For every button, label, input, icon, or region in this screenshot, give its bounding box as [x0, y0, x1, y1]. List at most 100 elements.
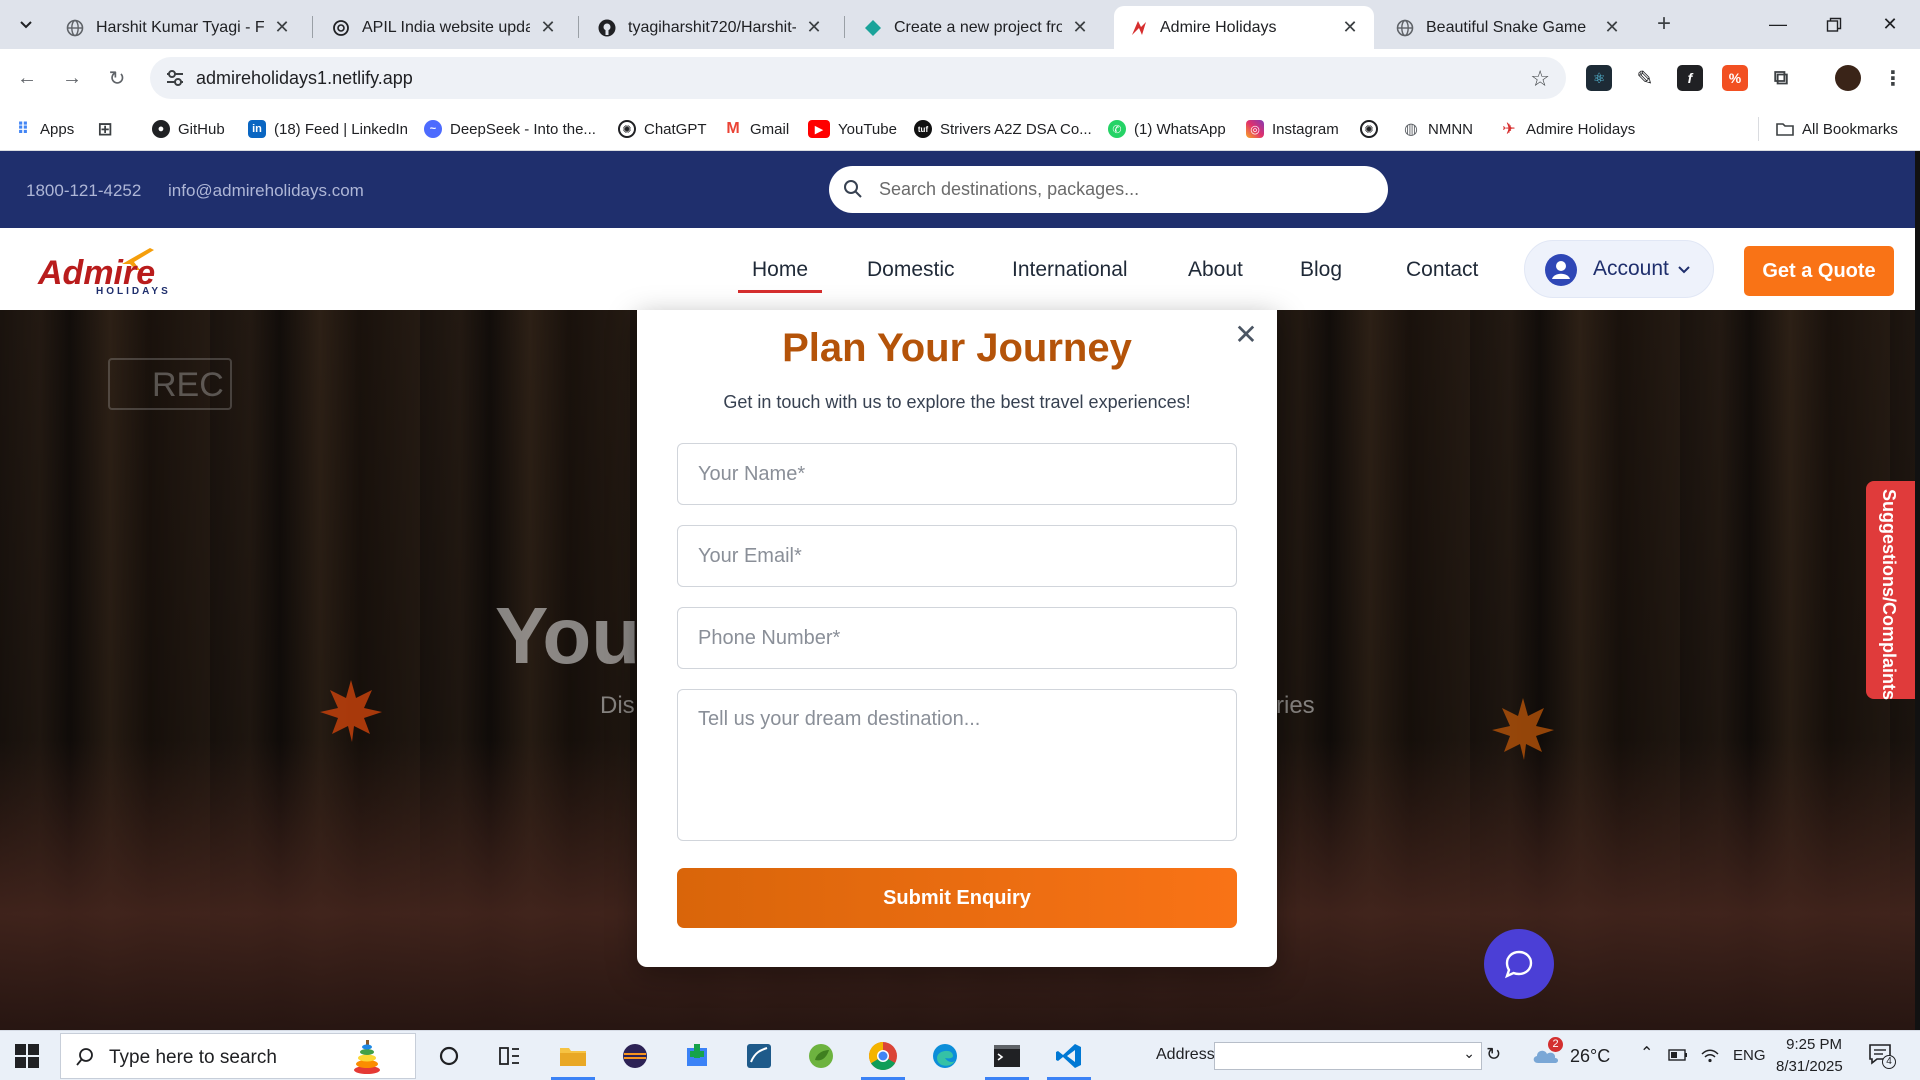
eyedropper-extension-icon[interactable]: ✎ — [1632, 65, 1658, 91]
refresh-icon[interactable]: ↻ — [1486, 1044, 1501, 1065]
close-icon[interactable]: ✕ — [1602, 17, 1622, 38]
admire-holidays-logo[interactable]: Admire HOLIDAYS — [28, 244, 168, 297]
nav-contact[interactable]: Contact — [1406, 258, 1478, 282]
close-window-button[interactable]: ✕ — [1862, 0, 1918, 49]
tab-harshit-portfolio[interactable]: Harshit Kumar Tyagi - Full S ✕ — [50, 6, 306, 49]
bookmark-deepseek[interactable]: ~ DeepSeek - Into the... — [424, 117, 596, 141]
site-search-bar[interactable] — [829, 166, 1388, 213]
email-field[interactable] — [677, 525, 1237, 587]
account-button[interactable]: Account — [1524, 240, 1714, 298]
bookmark-youtube[interactable]: ▶ YouTube — [808, 117, 897, 141]
nav-blog[interactable]: Blog — [1300, 258, 1342, 282]
clock-time[interactable]: 9:25 PM — [1786, 1036, 1842, 1053]
bookmark-apps[interactable]: ⠿ Apps — [14, 117, 74, 141]
clock-date[interactable]: 8/31/2025 — [1776, 1058, 1843, 1075]
reload-button[interactable]: ↻ — [100, 61, 134, 95]
address-toolbar-input[interactable]: ⌄ — [1214, 1042, 1482, 1070]
profile-avatar[interactable] — [1835, 65, 1861, 91]
bookmark-whatsapp[interactable]: ✆ (1) WhatsApp — [1108, 117, 1226, 141]
phone-field[interactable] — [677, 607, 1237, 669]
language-indicator[interactable]: ENG — [1733, 1047, 1766, 1064]
all-bookmarks[interactable]: All Bookmarks — [1776, 117, 1898, 141]
address-bar[interactable]: admireholidays1.netlify.app ☆ — [150, 57, 1566, 99]
name-field[interactable] — [677, 443, 1237, 505]
bookmark-nmnn[interactable]: ◍ NMNN — [1402, 117, 1473, 141]
bookmark-chatgpt[interactable]: ✺ ChatGPT — [618, 117, 707, 141]
font-extension-icon[interactable]: f — [1677, 65, 1703, 91]
bookmark-openai[interactable]: ✺ — [1360, 117, 1386, 141]
bookmark-label: DeepSeek - Into the... — [450, 120, 596, 138]
hero-subtitle-right: ries — [1276, 692, 1315, 719]
contact-email[interactable]: info@admireholidays.com — [168, 181, 364, 201]
back-button[interactable]: ← — [10, 61, 44, 95]
nav-international[interactable]: International — [1012, 258, 1128, 282]
tab-create-project[interactable]: Create a new project from ✕ — [848, 6, 1104, 49]
close-icon[interactable]: ✕ — [1070, 17, 1090, 38]
bookmark-admire-holidays[interactable]: ✈ Admire Holidays — [1500, 117, 1635, 141]
mysql-workbench-icon[interactable] — [742, 1039, 776, 1073]
site-search-input[interactable] — [879, 166, 1369, 213]
suggestions-complaints-tab[interactable]: Suggestions/Complaints — [1866, 481, 1915, 700]
terminal-icon[interactable] — [990, 1039, 1024, 1073]
chevron-down-icon[interactable]: ⌄ — [1463, 1045, 1475, 1062]
notification-center[interactable]: 4 — [1868, 1043, 1896, 1069]
edge-icon[interactable] — [928, 1039, 962, 1073]
app-installer-icon[interactable] — [680, 1039, 714, 1073]
taskbar-search-box[interactable]: Type here to search — [60, 1033, 416, 1079]
contact-phone[interactable]: 1800-121-4252 — [26, 181, 141, 201]
more-menu-icon[interactable]: ⋮ — [1880, 65, 1906, 91]
wifi-icon[interactable] — [1700, 1046, 1720, 1064]
windows-start-icon[interactable] — [14, 1043, 40, 1069]
bookmark-gmail[interactable]: M Gmail — [724, 117, 789, 141]
cortana-icon[interactable] — [432, 1039, 466, 1073]
bookmark-label: Instagram — [1272, 120, 1339, 138]
nav-home[interactable]: Home — [752, 258, 808, 282]
minimize-button[interactable]: — — [1750, 0, 1806, 49]
file-explorer-icon[interactable] — [556, 1039, 590, 1073]
forward-button[interactable]: → — [55, 61, 89, 95]
chrome-icon[interactable] — [866, 1039, 900, 1073]
bookmark-tab-groups[interactable]: ⊞ — [96, 117, 122, 141]
task-view-icon[interactable] — [492, 1039, 526, 1073]
bookmark-label: NMNN — [1428, 120, 1473, 138]
bookmark-github[interactable]: ● GitHub — [152, 117, 225, 141]
chevron-up-icon[interactable]: ⌃ — [1640, 1043, 1653, 1063]
weather-widget[interactable]: 2 — [1530, 1037, 1563, 1067]
close-icon[interactable]: ✕ — [1340, 17, 1360, 38]
close-icon[interactable]: ✕ — [272, 17, 292, 38]
tab-github-repo[interactable]: tyagiharshit720/Harshit-Po ✕ — [582, 6, 838, 49]
hero-title-left: You — [495, 591, 641, 680]
admire-icon: ✈ — [1502, 121, 1516, 138]
nav-domestic[interactable]: Domestic — [867, 258, 955, 282]
account-label: Account — [1593, 257, 1669, 280]
tab-title: Create a new project from — [894, 18, 1062, 36]
react-devtools-extension-icon[interactable]: ⚛ — [1586, 65, 1612, 91]
vscode-icon[interactable] — [1052, 1039, 1086, 1073]
modal-title: Plan Your Journey — [782, 326, 1132, 370]
percent-extension-icon[interactable]: % — [1722, 65, 1748, 91]
close-icon[interactable]: ✕ — [538, 17, 558, 38]
tab-apil-india[interactable]: APIL India website update ✕ — [316, 6, 572, 49]
eclipse-icon[interactable] — [618, 1039, 652, 1073]
weather-badge: 2 — [1548, 1037, 1563, 1052]
chat-button[interactable] — [1484, 929, 1554, 999]
bookmark-instagram[interactable]: ◎ Instagram — [1246, 117, 1339, 141]
extensions-puzzle-icon[interactable]: ⧉ — [1768, 65, 1794, 91]
new-tab-button[interactable]: + — [1650, 10, 1678, 38]
battery-icon[interactable] — [1668, 1048, 1688, 1062]
restore-button[interactable] — [1806, 0, 1862, 49]
get-a-quote-button[interactable]: Get a Quote — [1744, 246, 1894, 296]
bookmark-strivers[interactable]: tuf Strivers A2Z DSA Co... — [914, 117, 1092, 141]
nav-about[interactable]: About — [1188, 258, 1243, 282]
star-icon[interactable]: ☆ — [1530, 66, 1550, 92]
tab-snake-game[interactable]: Beautiful Snake Game ✕ — [1380, 6, 1636, 49]
tab-admire-holidays[interactable]: Admire Holidays ✕ — [1114, 6, 1374, 49]
site-settings-icon[interactable] — [164, 67, 186, 89]
spring-tool-icon[interactable] — [804, 1039, 838, 1073]
destination-message-field[interactable] — [677, 689, 1237, 841]
bookmark-linkedin[interactable]: in (18) Feed | LinkedIn — [248, 117, 408, 141]
close-icon[interactable]: ✕ — [804, 17, 824, 38]
submit-enquiry-button[interactable]: Submit Enquiry — [677, 868, 1237, 928]
tab-search-button[interactable] — [12, 10, 40, 38]
weather-temperature[interactable]: 26°C — [1570, 1046, 1610, 1067]
